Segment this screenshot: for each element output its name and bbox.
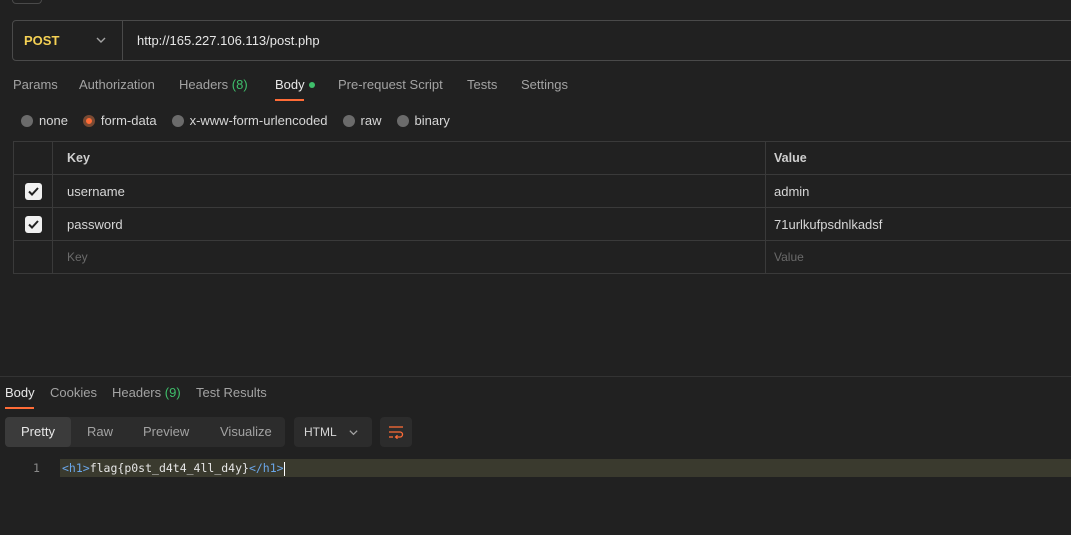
form-data-table: Key Value username admin password 71urlk… <box>13 141 1071 274</box>
table-header-check <box>13 142 53 174</box>
new-key-input[interactable]: Key <box>53 241 766 273</box>
table-row: username admin <box>13 175 1071 208</box>
row-value[interactable]: admin <box>766 175 1071 207</box>
check-icon <box>27 219 39 229</box>
chevron-down-icon <box>349 430 358 436</box>
format-dropdown[interactable]: HTML <box>294 417 372 447</box>
code-open-tag: <h1> <box>62 461 90 475</box>
tab-settings[interactable]: Settings <box>521 77 568 92</box>
window-edge-nub <box>12 0 42 4</box>
wrap-lines-button[interactable] <box>380 417 412 447</box>
tab-pre-request-script[interactable]: Pre-request Script <box>338 77 443 92</box>
request-url-bar: POST http://165.227.106.113/post.php <box>12 20 1071 61</box>
tab-body-label: Body <box>275 77 305 92</box>
response-divider[interactable] <box>0 376 1071 377</box>
radio-label: raw <box>360 113 382 128</box>
radio-form-data[interactable]: form-data <box>82 113 157 128</box>
radio-circle-selected <box>82 114 95 127</box>
row-value[interactable]: 71urlkufpsdnlkadsf <box>766 208 1071 240</box>
radio-none[interactable]: none <box>21 113 68 128</box>
tab-authorization[interactable]: Authorization <box>79 77 155 92</box>
tab-tests[interactable]: Tests <box>467 77 497 92</box>
table-header-row: Key Value <box>13 142 1071 175</box>
view-mode-pretty[interactable]: Pretty <box>21 424 55 439</box>
row-checkbox[interactable] <box>24 215 42 233</box>
tab-headers-label: Headers <box>179 77 229 92</box>
code-text: flag{p0st_d4t4_4ll_d4y} <box>89 461 249 475</box>
response-tab-cookies[interactable]: Cookies <box>50 385 97 400</box>
active-tab-underline <box>275 99 304 101</box>
body-modified-dot <box>308 81 315 88</box>
row-checkbox-cell <box>13 241 53 273</box>
format-label: HTML <box>304 425 337 439</box>
row-key[interactable]: username <box>53 175 766 207</box>
response-tab-test-results[interactable]: Test Results <box>196 385 267 400</box>
view-mode-preview[interactable]: Preview <box>143 424 189 439</box>
code-close-tag: </h1> <box>248 461 284 475</box>
radio-label: form-data <box>100 113 157 128</box>
tab-headers[interactable]: Headers (8) <box>179 77 248 92</box>
radio-circle <box>171 114 184 127</box>
radio-circle <box>21 114 33 127</box>
response-active-tab-underline <box>5 407 34 409</box>
url-input[interactable]: http://165.227.106.113/post.php <box>123 33 320 48</box>
radio-raw[interactable]: raw <box>342 113 382 128</box>
new-value-input[interactable]: Value <box>766 241 1071 273</box>
tab-params[interactable]: Params <box>13 77 58 92</box>
response-code[interactable]: <h1>flag{p0st_d4t4_4ll_d4y}</h1> <box>62 461 285 476</box>
method-selector[interactable]: POST <box>13 21 123 60</box>
row-checkbox-cell <box>13 175 53 207</box>
radio-binary[interactable]: binary <box>396 113 450 128</box>
row-key[interactable]: password <box>53 208 766 240</box>
row-checkbox[interactable] <box>24 182 42 200</box>
table-row-empty: Key Value <box>13 241 1071 274</box>
text-caret <box>283 461 285 476</box>
radio-x-www-form-urlencoded[interactable]: x-www-form-urlencoded <box>171 113 328 128</box>
radio-circle <box>342 114 355 127</box>
column-header-value: Value <box>774 151 807 165</box>
response-tab-body[interactable]: Body <box>5 385 35 400</box>
body-mode-radios: none form-data x-www-form-urlencoded raw… <box>21 113 465 128</box>
radio-label: none <box>39 113 68 128</box>
radio-circle <box>396 114 409 127</box>
response-tab-headers-count: (9) <box>164 385 181 400</box>
view-mode-visualize[interactable]: Visualize <box>220 424 272 439</box>
view-mode-raw[interactable]: Raw <box>87 424 113 439</box>
column-header-key: Key <box>53 142 766 174</box>
tab-headers-count: (8) <box>231 77 248 92</box>
check-icon <box>27 186 39 196</box>
wrap-lines-icon <box>389 426 404 439</box>
line-number: 1 <box>33 461 40 475</box>
table-row: password 71urlkufpsdnlkadsf <box>13 208 1071 241</box>
response-tab-headers[interactable]: Headers (9) <box>112 385 181 400</box>
radio-label: binary <box>414 113 450 128</box>
method-label: POST <box>24 33 60 48</box>
row-checkbox-cell <box>13 208 53 240</box>
response-tab-headers-label: Headers <box>112 385 162 400</box>
radio-label: x-www-form-urlencoded <box>189 113 328 128</box>
chevron-down-icon <box>96 37 106 43</box>
tab-body[interactable]: Body <box>275 77 315 92</box>
